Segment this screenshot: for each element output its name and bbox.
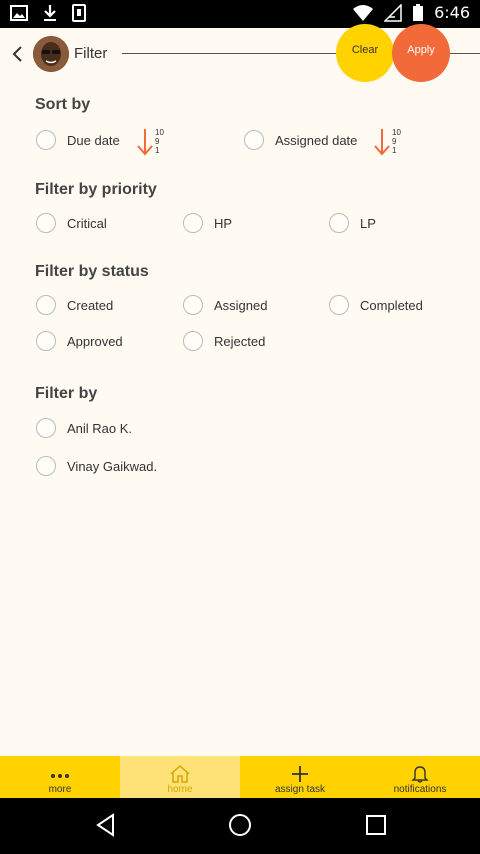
arrow-down-icon [137,129,153,156]
radio-button[interactable] [183,213,203,233]
status-option-rejected[interactable]: Rejected [183,331,265,351]
arrow-down-icon [374,129,390,156]
radio-button[interactable] [36,331,56,351]
download-icon [44,5,56,21]
priority-option-critical[interactable]: Critical [36,213,107,233]
priority-option-hp[interactable]: HP [183,213,232,233]
plus-icon [292,766,308,782]
radio-button[interactable] [329,213,349,233]
sort-num-bottom: 1 [155,146,160,155]
status-bar: 6:46 [0,0,480,28]
sort-option-assigned-date[interactable]: Assigned date [244,130,357,150]
option-label: Rejected [214,333,266,349]
nav-label: more [48,784,72,795]
sort-num-bottom: 1 [392,146,397,155]
home-circle-icon[interactable] [227,812,253,838]
option-label: Completed [360,297,423,313]
back-button[interactable] [6,40,28,68]
bottom-navigation: more home assign task notifications [0,756,480,798]
bell-icon [411,766,429,783]
more-icon [51,774,69,778]
sort-option-due-date[interactable]: Due date [36,130,120,150]
filter-header: Filter Clear Apply [0,24,480,82]
back-triangle-icon[interactable] [93,812,119,838]
recents-square-icon[interactable] [363,812,389,838]
nav-label: home [167,784,193,795]
status-option-assigned[interactable]: Assigned [183,295,267,315]
avatar [33,36,69,72]
system-navigation-bar [0,798,480,854]
home-icon [170,764,190,783]
option-label: LP [360,215,376,231]
radio-button[interactable] [36,213,56,233]
sort-num-mid: 9 [155,137,160,146]
nav-item-home[interactable]: home [120,756,240,798]
option-label: Anil Rao K. [67,420,133,436]
page-title: Filter [74,45,108,62]
phone-icon [72,4,86,22]
option-label: Vinay Gaikwad. [67,458,158,474]
option-label: Created [67,297,114,313]
wifi-icon [353,4,374,21]
nav-label: notifications [393,784,447,795]
status-option-approved[interactable]: Approved [36,331,123,351]
clear-button[interactable]: Clear [336,24,394,82]
priority-option-lp[interactable]: LP [329,213,376,233]
radio-button[interactable] [36,418,56,438]
status-option-completed[interactable]: Completed [329,295,423,315]
option-label: HP [214,215,233,231]
signal-icon [384,3,402,22]
apply-button[interactable]: Apply [392,24,450,82]
option-label: Due date [67,132,120,148]
sort-num-top: 10 [155,128,164,137]
filter-by-section-title: Filter by [35,385,98,402]
nav-item-notifications[interactable]: notifications [360,756,480,798]
nav-label: assign task [274,784,326,795]
sort-descending-icon[interactable]: 10 9 1 [373,128,401,156]
radio-button[interactable] [36,130,56,150]
radio-button[interactable] [329,295,349,315]
battery-icon [413,3,424,21]
nav-item-more[interactable]: more [0,756,120,798]
option-label: Critical [67,215,107,231]
status-section-title: Filter by status [35,263,149,280]
image-icon [10,5,28,21]
radio-button[interactable] [183,331,203,351]
chevron-left-icon [12,46,22,62]
status-option-created[interactable]: Created [36,295,113,315]
sort-section-title: Sort by [35,96,91,113]
option-label: Assigned date [275,132,358,148]
sort-num-top: 10 [392,128,401,137]
priority-section-title: Filter by priority [35,181,157,198]
radio-button[interactable] [36,295,56,315]
filter-option-user[interactable]: Anil Rao K. [36,418,132,438]
nav-item-assign-task[interactable]: assign task [240,756,360,798]
radio-button[interactable] [183,295,203,315]
radio-button[interactable] [36,456,56,476]
filter-option-user[interactable]: Vinay Gaikwad. [36,456,157,476]
sort-descending-icon[interactable]: 10 9 1 [136,128,164,156]
option-label: Approved [67,333,123,349]
option-label: Assigned [214,297,268,313]
status-time: 6:46 [434,3,470,22]
radio-button[interactable] [244,130,264,150]
sort-num-mid: 9 [392,137,397,146]
